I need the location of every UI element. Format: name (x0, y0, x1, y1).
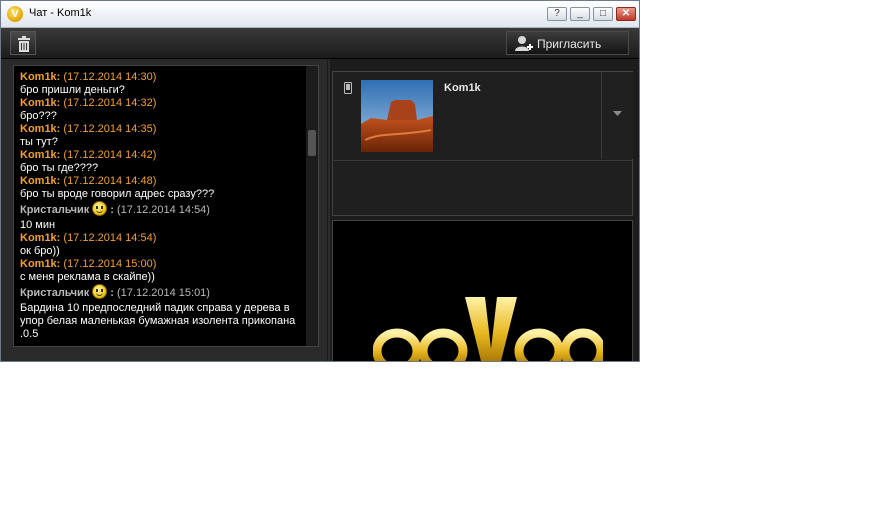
chat-message: Кристальчик: (17.12.2014 15:01) Бардина … (20, 284, 306, 341)
trash-icon (18, 36, 30, 52)
window-title: Чат - Kom1k (29, 7, 92, 19)
chat-message: Kom1k: (17.12.2014 14:30) бро пришли ден… (20, 71, 306, 97)
message-timestamp: (17.12.2014 15:01) (117, 287, 210, 299)
message-text: бро ты вроде говорил адрес сразу??? (20, 188, 215, 200)
oovoo-brand-logo (373, 297, 603, 361)
chat-message: Kom1k: (17.12.2014 14:32) бро??? (20, 97, 306, 123)
mobile-phone-icon (344, 82, 352, 94)
video-area (332, 220, 633, 361)
scrollbar-thumb[interactable] (308, 130, 316, 156)
chat-history[interactable]: Kom1k: (17.12.2014 14:30) бро пришли ден… (13, 65, 319, 347)
invite-button-label: Пригласить (537, 37, 602, 51)
message-timestamp: (17.12.2014 14:30) (63, 71, 157, 83)
chat-panel: Kom1k: (17.12.2014 14:30) бро пришли ден… (1, 59, 328, 361)
clear-history-button[interactable] (10, 31, 36, 55)
message-text: бро??? (20, 110, 57, 122)
chat-message: Kom1k: (17.12.2014 14:54) ок бро)) (20, 232, 306, 258)
message-timestamp: (17.12.2014 14:32) (63, 97, 157, 109)
message-text: 10 мин (20, 219, 56, 231)
smiley-icon (92, 284, 108, 299)
message-text: бро ты где???? (20, 162, 99, 174)
message-timestamp: (17.12.2014 14:48) (63, 175, 157, 187)
participant-card: Kom1k (332, 71, 633, 216)
add-user-icon (515, 36, 533, 51)
minimize-button[interactable]: _ (570, 7, 590, 21)
maximize-button[interactable]: □ (593, 7, 613, 21)
message-text: упор белая маленькая бумажная изолента п… (20, 315, 296, 327)
sender-name: Kom1k: (20, 149, 61, 161)
chat-window: V Чат - Kom1k ? _ □ ✕ Пригласить Kom1k: … (0, 0, 640, 362)
participant-name: Kom1k (444, 82, 481, 94)
participant-row[interactable]: Kom1k (333, 72, 633, 161)
chat-message: Kom1k: (17.12.2014 14:48) бро ты вроде г… (20, 175, 306, 201)
chat-message: Kom1k: (17.12.2014 14:35) ты тут? (20, 123, 306, 149)
message-text: бро пришли деньги? (20, 84, 125, 96)
message-timestamp: (17.12.2014 14:54) (63, 232, 157, 244)
sender-name: Kom1k: (20, 71, 61, 83)
message-text: Бардина 10 предпоследний падик справа у … (20, 302, 290, 314)
message-text: .0.5 (20, 328, 39, 340)
avatar (361, 80, 433, 152)
toolbar: Пригласить (1, 28, 639, 59)
chat-message: Kom1k: (17.12.2014 14:42) бро ты где???? (20, 149, 306, 175)
close-button[interactable]: ✕ (616, 7, 636, 21)
message-text: ок бро)) (20, 245, 60, 257)
sender-name: Kom1k: (20, 123, 61, 135)
help-button[interactable]: ? (547, 7, 567, 21)
sender-name: Kom1k: (20, 97, 61, 109)
invite-button[interactable]: Пригласить (506, 31, 629, 55)
message-timestamp: (17.12.2014 14:35) (63, 123, 157, 135)
contact-panel: Kom1k (330, 59, 639, 361)
message-timestamp: (17.12.2014 14:42) (63, 149, 157, 161)
oovoo-logo-icon: V (7, 6, 23, 22)
sender-name: Kom1k: (20, 232, 61, 244)
chat-scrollbar[interactable] (306, 66, 318, 346)
chat-message: Kom1k: (17.12.2014 15:00) с меня реклама… (20, 258, 306, 284)
sender-name: Kom1k: (20, 258, 61, 270)
title-bar[interactable]: V Чат - Kom1k ? _ □ ✕ (1, 1, 639, 28)
chat-messages: Kom1k: (17.12.2014 14:30) бро пришли ден… (20, 66, 306, 341)
participant-expand-button[interactable] (601, 72, 633, 159)
smiley-icon (92, 201, 108, 216)
message-text: ты тут? (20, 136, 58, 148)
message-text: с меня реклама в скайпе)) (20, 271, 155, 283)
message-timestamp: (17.12.2014 15:00) (63, 258, 157, 270)
sender-name: Кристальчик (20, 287, 90, 299)
message-timestamp: (17.12.2014 14:54) (117, 204, 210, 216)
sender-name: Кристальчик (20, 204, 90, 216)
avatar-image (361, 80, 433, 152)
chat-message: Кристальчик: (17.12.2014 14:54) 10 мин (20, 201, 306, 232)
chevron-down-icon (613, 111, 622, 116)
sender-name: Kom1k: (20, 175, 61, 187)
